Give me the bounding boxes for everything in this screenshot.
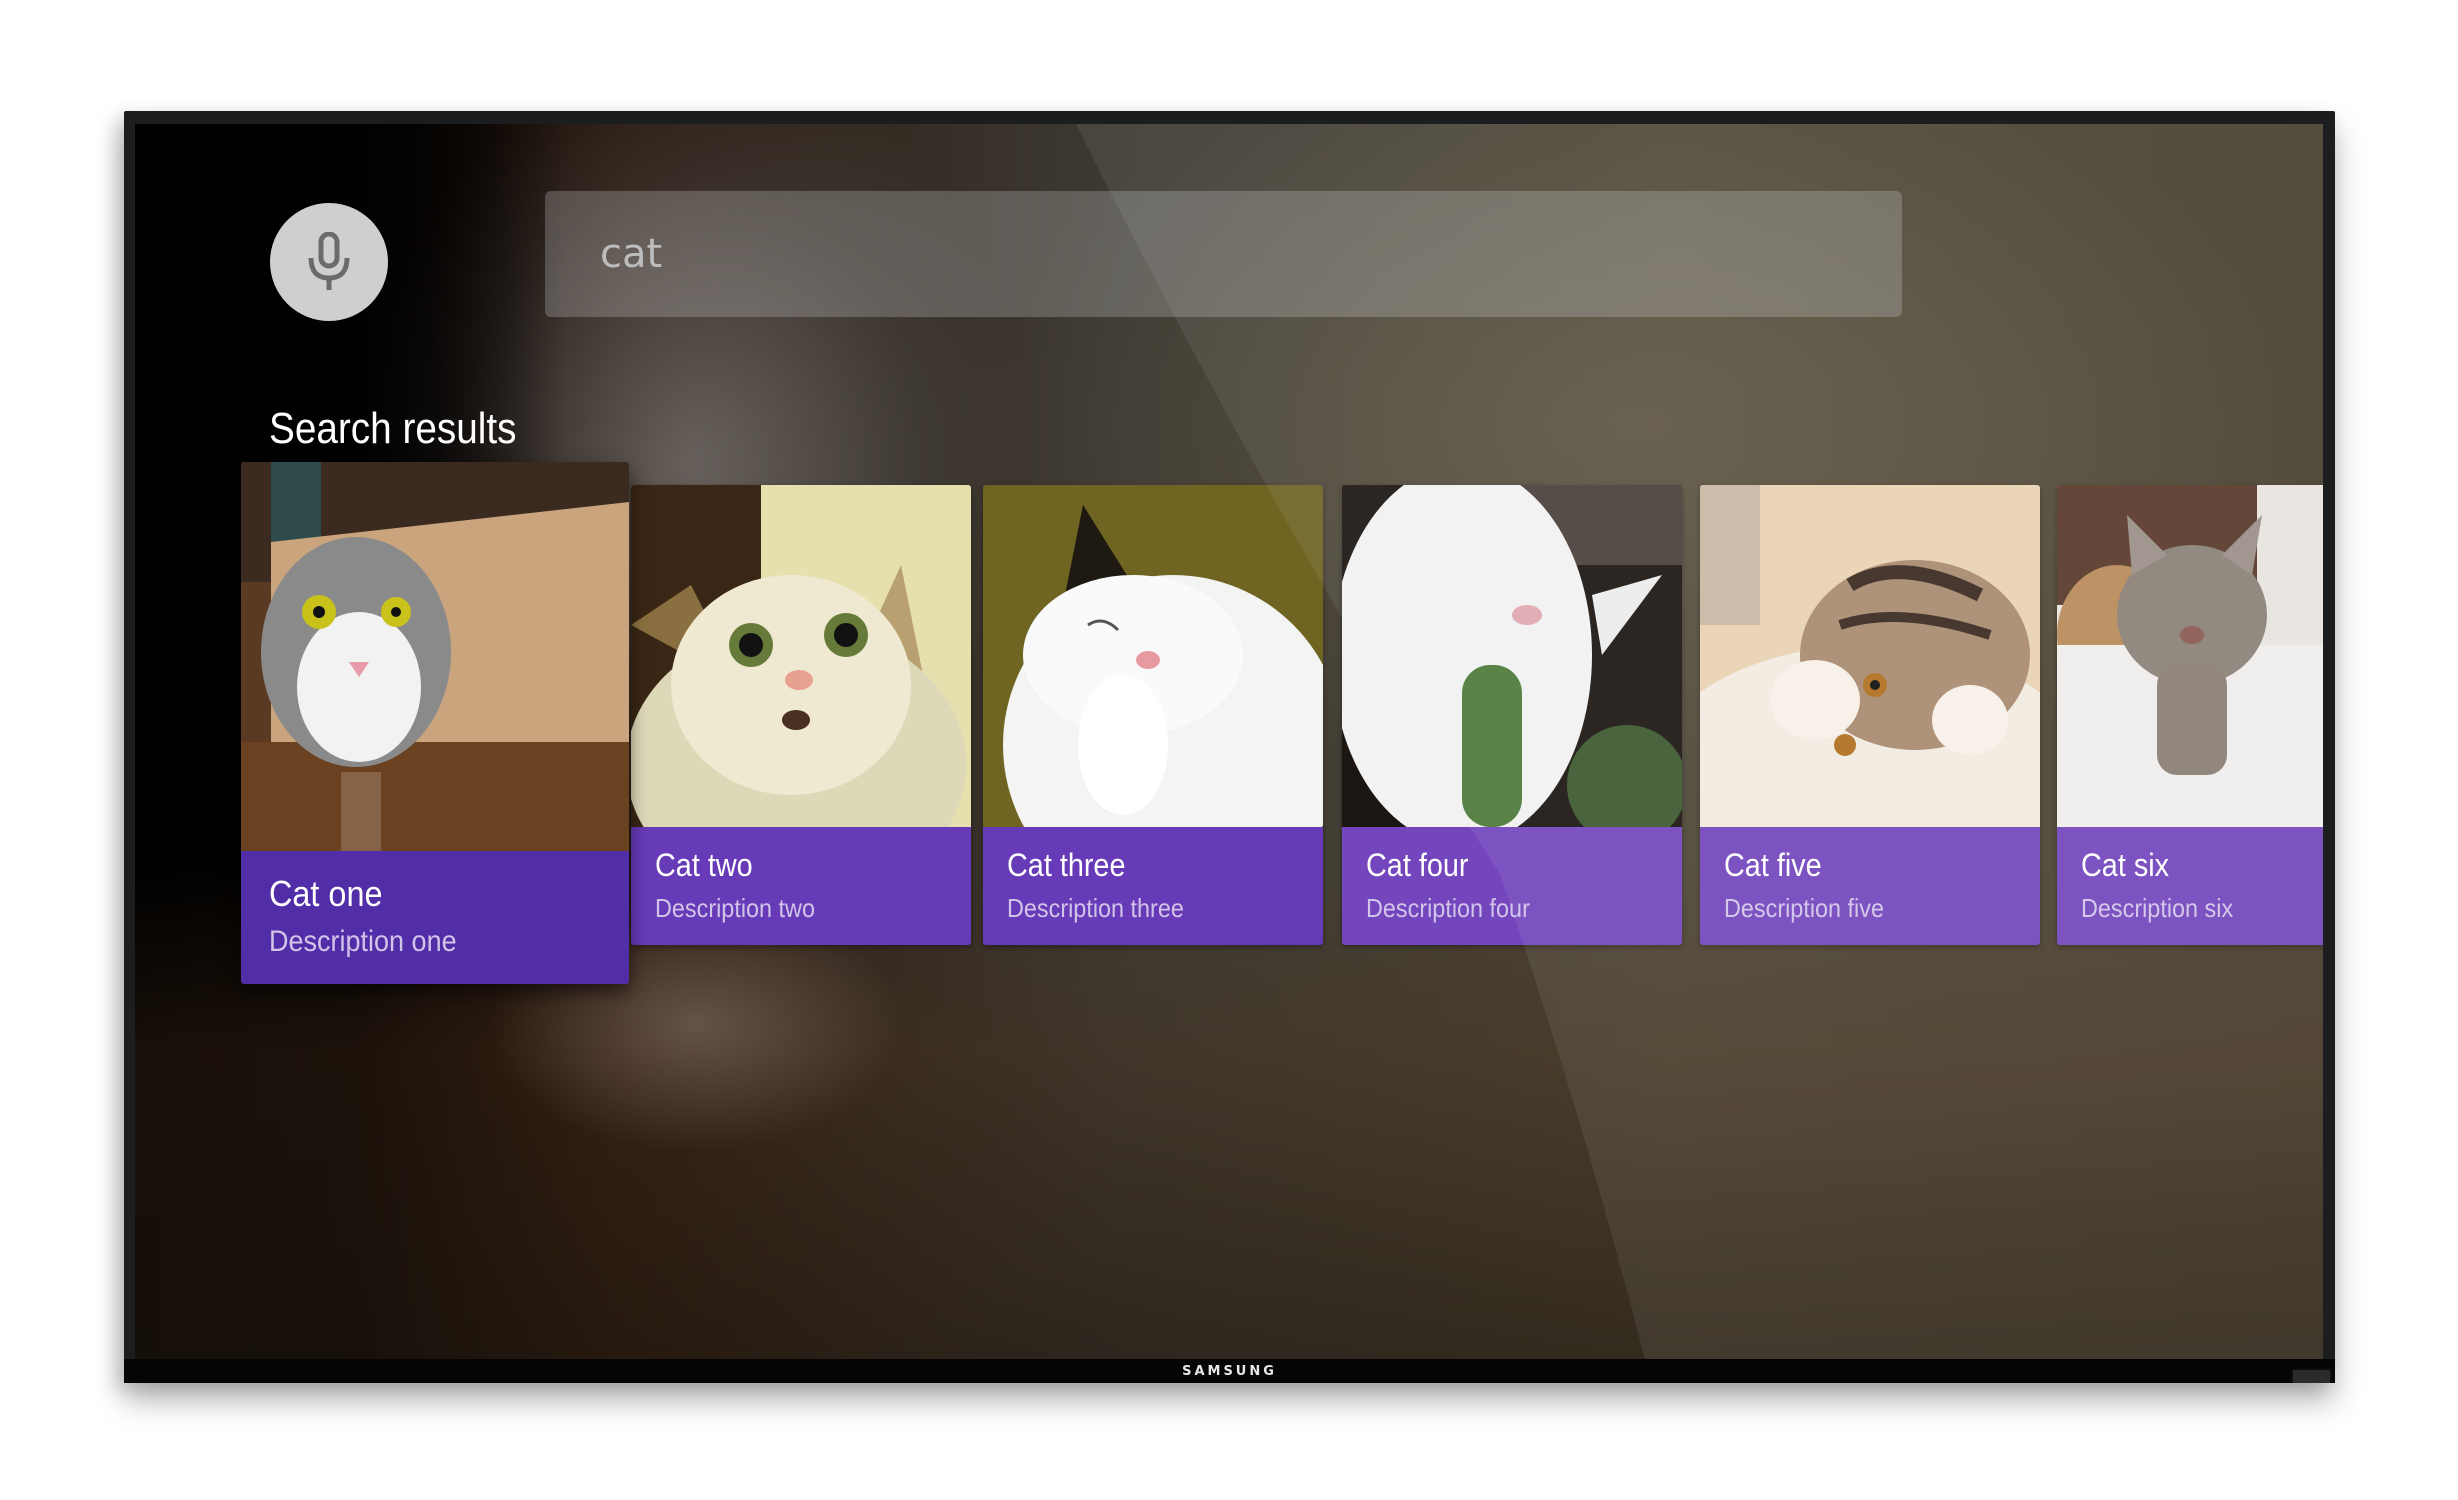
tv-stand-nub bbox=[2291, 1368, 2332, 1383]
card-image bbox=[241, 462, 629, 851]
tv-bottom-bezel: SAMSUNG bbox=[124, 1359, 2335, 1383]
card-title: Cat five bbox=[1724, 847, 1822, 883]
card-info: Cat four Description four bbox=[1342, 827, 1682, 945]
result-card[interactable]: Cat one Description one bbox=[241, 462, 629, 984]
voice-search-button[interactable] bbox=[270, 203, 388, 321]
card-info: Cat six Description six bbox=[2057, 827, 2323, 945]
result-card[interactable]: Cat five Description five bbox=[1700, 485, 2040, 945]
card-title: Cat four bbox=[1366, 847, 1469, 883]
card-description: Description four bbox=[1366, 893, 1530, 923]
brand-logo: SAMSUNG bbox=[1182, 1364, 1277, 1379]
card-image bbox=[1700, 485, 2040, 827]
card-title: Cat six bbox=[2081, 847, 2170, 883]
card-description: Description two bbox=[655, 893, 815, 923]
card-title: Cat one bbox=[269, 873, 383, 914]
card-info: Cat five Description five bbox=[1700, 827, 2040, 945]
card-title: Cat three bbox=[1007, 847, 1126, 883]
card-info: Cat one Description one bbox=[241, 851, 629, 984]
card-title: Cat two bbox=[655, 847, 753, 883]
card-image bbox=[2057, 485, 2323, 827]
result-card[interactable]: Cat four Description four bbox=[1342, 485, 1682, 945]
card-image bbox=[983, 485, 1323, 827]
search-results-heading: Search results bbox=[269, 404, 517, 453]
card-info: Cat three Description three bbox=[983, 827, 1323, 945]
card-info: Cat two Description two bbox=[631, 827, 971, 945]
tv-screen: cat Search results Cat one Description o… bbox=[135, 124, 2323, 1360]
result-card[interactable]: Cat six Description six bbox=[2057, 485, 2323, 945]
search-query-text: cat bbox=[600, 231, 663, 277]
card-description: Description three bbox=[1007, 893, 1184, 923]
result-card[interactable]: Cat two Description two bbox=[631, 485, 971, 945]
result-card[interactable]: Cat three Description three bbox=[983, 485, 1323, 945]
card-description: Description six bbox=[2081, 893, 2234, 923]
card-description: Description one bbox=[269, 925, 457, 958]
card-description: Description five bbox=[1724, 893, 1884, 923]
card-image bbox=[631, 485, 971, 827]
search-input[interactable]: cat bbox=[545, 191, 1902, 317]
tv-frame: cat Search results Cat one Description o… bbox=[124, 111, 2335, 1383]
card-image bbox=[1342, 485, 1682, 827]
microphone-icon bbox=[308, 232, 350, 290]
